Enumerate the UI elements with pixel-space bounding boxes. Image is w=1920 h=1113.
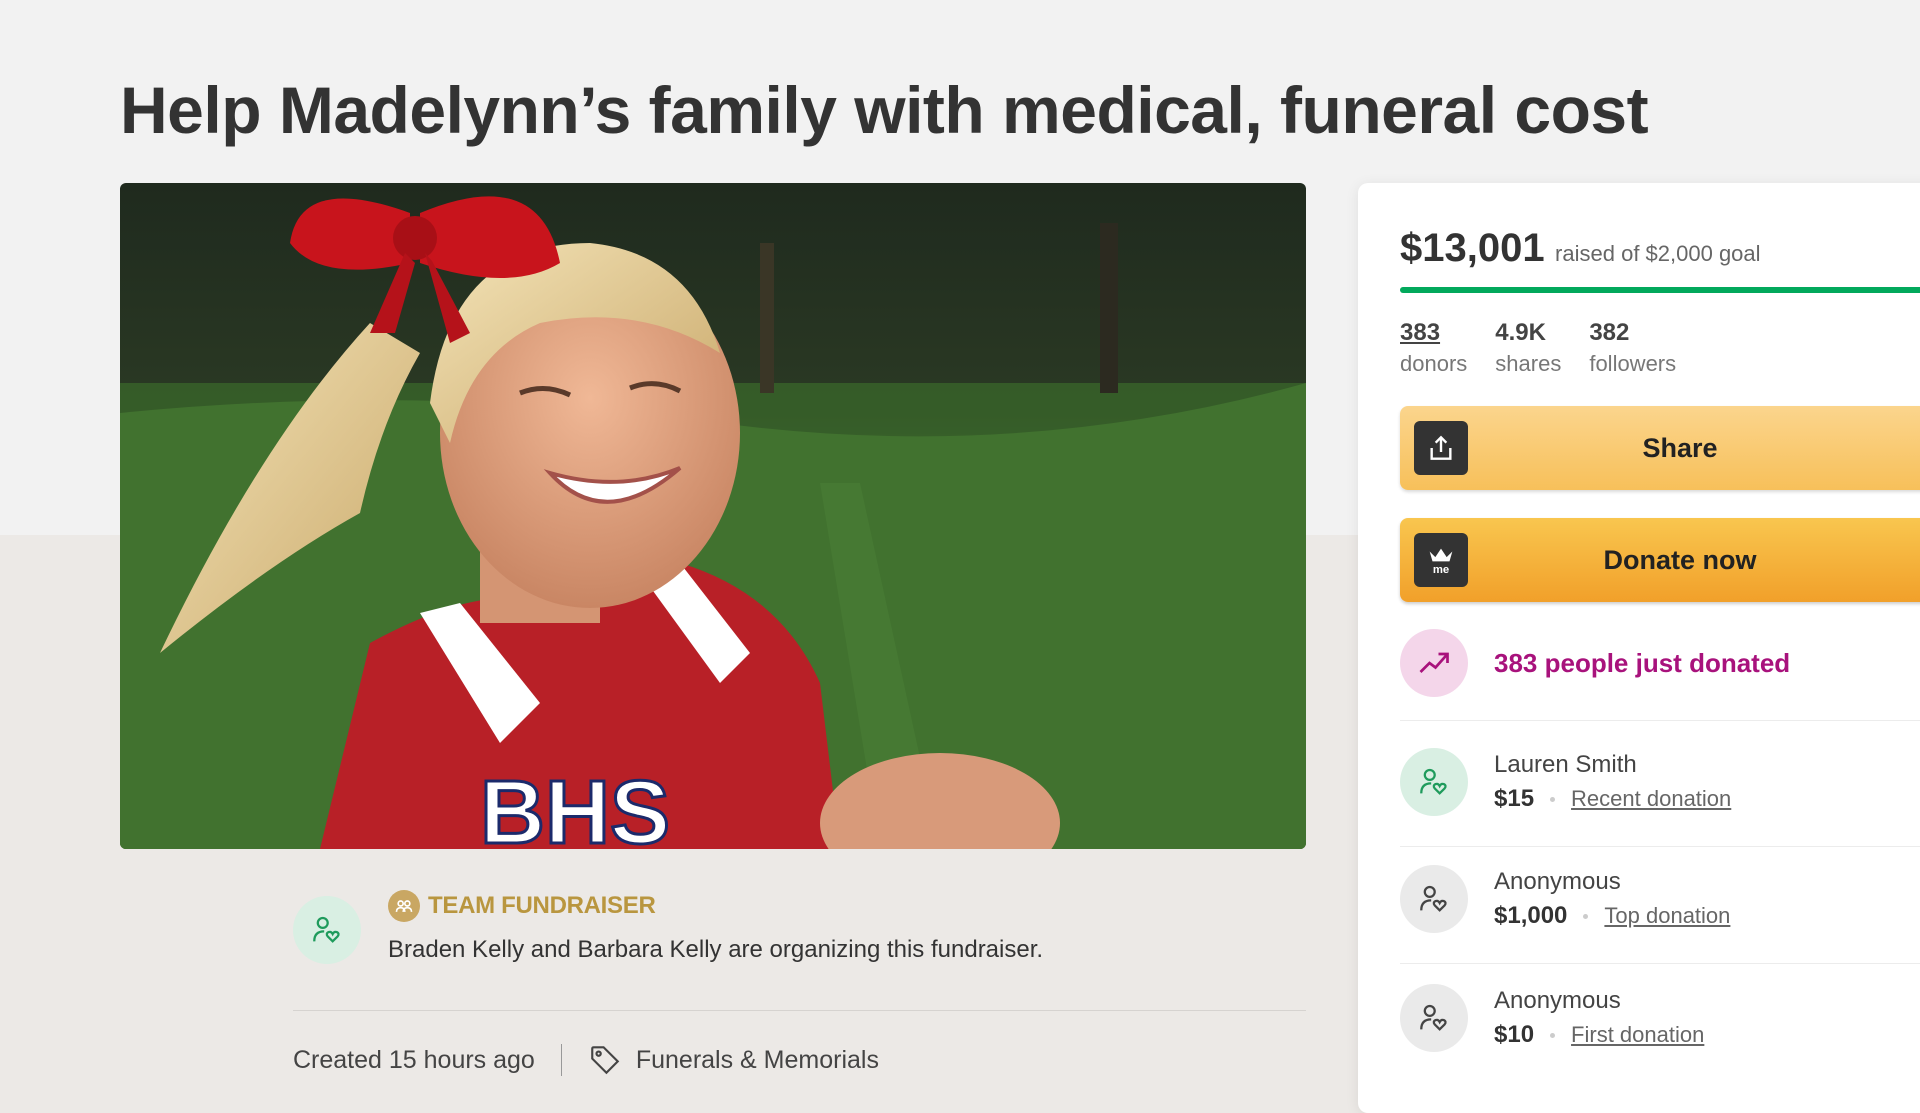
- shares-label: shares: [1495, 351, 1562, 376]
- category-link[interactable]: Funerals & Memorials: [636, 1046, 879, 1075]
- campaign-stats: 383 donors 4.9K shares 382 followers: [1400, 319, 1704, 377]
- donor-amount: $15: [1494, 785, 1535, 812]
- user-heart-icon: [1400, 748, 1468, 816]
- followers-label: followers: [1589, 351, 1677, 376]
- donors-count[interactable]: 383: [1400, 319, 1467, 347]
- created-time: Created 15 hours ago: [293, 1045, 535, 1074]
- team-fundraiser-label: TEAM FUNDRAISER: [428, 892, 656, 919]
- raised-amount: $13,001: [1400, 226, 1545, 270]
- gofundme-logo-icon: me: [1414, 533, 1468, 587]
- donor-item: Anonymous $10 First donation: [1400, 984, 1704, 1052]
- donor-tag-link[interactable]: Recent donation: [1571, 786, 1731, 812]
- meta-separator: [560, 1044, 562, 1076]
- donor-name: Lauren Smith: [1494, 751, 1637, 778]
- donate-button[interactable]: me Donate now: [1400, 518, 1920, 602]
- trending-up-icon: [1400, 629, 1468, 697]
- stat-shares: 4.9K shares: [1495, 319, 1561, 377]
- page-title: Help Madelynn’s family with medical, fun…: [120, 73, 1649, 147]
- user-heart-icon: [1400, 984, 1468, 1052]
- donate-label: Donate now: [1603, 544, 1757, 575]
- separator-dot: [1550, 796, 1556, 802]
- team-fundraiser-badge: TEAM FUNDRAISER: [388, 890, 656, 922]
- share-label: Share: [1642, 432, 1718, 463]
- donors-label: donors: [1400, 351, 1468, 376]
- donor-item: Anonymous $1,000 Top donation: [1400, 865, 1730, 933]
- organizer-avatar: [293, 896, 361, 964]
- svg-text:BHS: BHS: [480, 763, 670, 849]
- trend-text: 383 people just donated: [1494, 647, 1791, 678]
- donor-tag-link[interactable]: First donation: [1571, 1022, 1704, 1048]
- shares-count: 4.9K: [1495, 319, 1546, 346]
- svg-text:me: me: [1433, 564, 1449, 576]
- donor-amount: $10: [1494, 1021, 1535, 1048]
- separator-dot: [1550, 1032, 1556, 1038]
- goal-text: raised of $2,000 goal: [1555, 241, 1761, 266]
- share-upload-icon: [1414, 421, 1468, 475]
- stat-followers: 382 followers: [1589, 319, 1676, 377]
- row-divider: [1400, 846, 1920, 847]
- section-divider: [293, 1010, 1306, 1011]
- user-heart-icon: [1400, 865, 1468, 933]
- donor-name: Anonymous: [1494, 868, 1621, 895]
- donor-item: Lauren Smith $15 Recent donation: [1400, 748, 1731, 816]
- donor-amount: $1,000: [1494, 902, 1568, 929]
- recent-donations-trend[interactable]: 383 people just donated: [1400, 629, 1790, 697]
- donor-tag-link[interactable]: Top donation: [1604, 903, 1730, 929]
- progress-bar: [1400, 287, 1920, 293]
- tag-icon: [588, 1043, 622, 1077]
- row-divider: [1400, 963, 1920, 964]
- stat-donors[interactable]: 383 donors: [1400, 319, 1467, 377]
- team-icon: [388, 890, 420, 922]
- donation-panel: $13,001 raised of $2,000 goal 383 donors…: [1358, 183, 1920, 1113]
- share-button[interactable]: Share: [1400, 406, 1920, 490]
- organizer-text: Braden Kelly and Barbara Kelly are organ…: [388, 936, 1044, 963]
- followers-count: 382: [1589, 319, 1630, 346]
- user-heart-icon: [313, 916, 340, 943]
- progress-fill: [1400, 287, 1920, 293]
- campaign-meta: Created 15 hours ago Funerals & Memorial…: [293, 1043, 879, 1077]
- campaign-photo[interactable]: BHS: [120, 183, 1306, 849]
- row-divider: [1400, 720, 1920, 721]
- raised-summary: $13,001 raised of $2,000 goal: [1400, 226, 1761, 271]
- donor-name: Anonymous: [1494, 987, 1621, 1014]
- separator-dot: [1583, 913, 1589, 919]
